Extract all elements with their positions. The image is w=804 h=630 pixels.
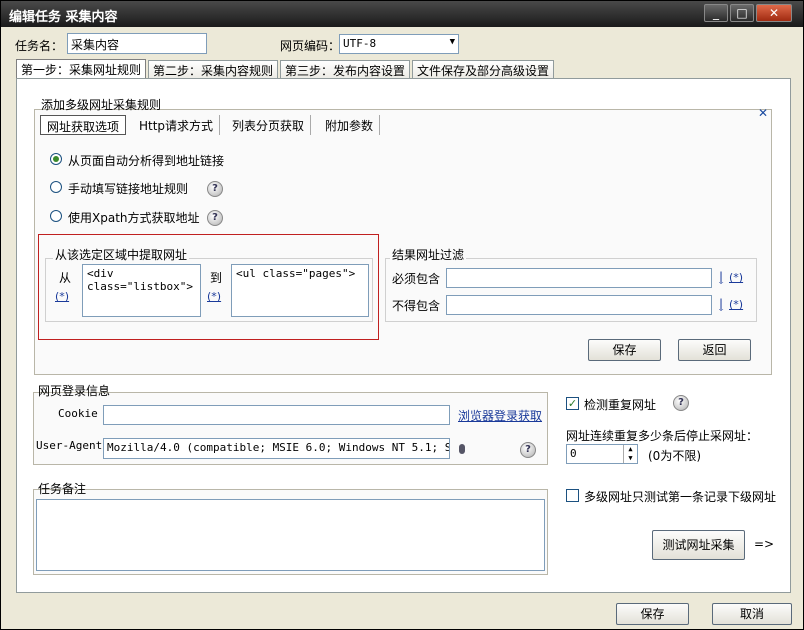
radio-manual-rule[interactable] (50, 181, 62, 193)
browser-login-link[interactable]: 浏览器登录获取 (458, 407, 542, 424)
encoding-label: 网页编码： (280, 39, 341, 53)
radio-manual-rule-label: 手动填写链接地址规则 (68, 182, 189, 196)
tab-step3[interactable]: 第三步：发布内容设置 (280, 60, 411, 78)
to-wildcard-link[interactable]: (*) (207, 290, 221, 303)
encoding-select[interactable]: UTF-8 ▼ (339, 34, 459, 54)
subtab-url-options[interactable]: 网址获取选项 (40, 115, 127, 135)
tab-step2[interactable]: 第二步：采集内容规则 (148, 60, 279, 78)
stop-after-hint: (0为不限) (648, 449, 701, 463)
window-title: 编辑任务 采集内容 (9, 10, 118, 25)
help-icon[interactable]: ? (520, 442, 536, 458)
multi-level-label: 多级网址只测试第一条记录下级网址 (584, 490, 777, 504)
help-icon[interactable]: ? (207, 181, 223, 197)
close-button[interactable]: ✕ (756, 4, 792, 22)
must-not-contain-input[interactable] (446, 295, 712, 315)
cancel-button[interactable]: 取消 (712, 603, 792, 625)
multi-level-checkbox[interactable] (566, 489, 579, 502)
minimize-button[interactable]: _ (704, 4, 728, 22)
cookie-label: Cookie (58, 407, 98, 420)
must-contain-wildcard[interactable]: (*) (729, 271, 743, 284)
rules-group-title: 添加多级网址采集规则 (41, 98, 162, 112)
maximize-button[interactable]: □ (730, 4, 754, 22)
must-not-contain-label: 不得包含 (392, 299, 441, 313)
detect-duplicate-label: 检测重复网址 (584, 398, 657, 412)
title-bar: 编辑任务 采集内容 (1, 1, 803, 27)
from-textarea[interactable]: <div class="listbox"> (82, 264, 201, 317)
stop-after-label: 网址连续重复多少条后停止采网址： (566, 429, 759, 443)
radio-auto-analyze-label: 从页面自动分析得到地址链接 (68, 154, 225, 168)
region-title: 从该选定区域中提取网址 (53, 246, 190, 263)
spinner-icon[interactable]: ▲ ▼ (623, 445, 637, 463)
to-textarea[interactable]: <ul class="pages"> (231, 264, 369, 317)
tab-step1[interactable]: 第一步：采集网址规则 (16, 59, 147, 79)
radio-xpath[interactable] (50, 210, 62, 222)
rules-save-button[interactable]: 保存 (588, 339, 661, 361)
notes-textarea[interactable] (36, 499, 545, 571)
subtab-http[interactable]: Http请求方式 (133, 115, 221, 135)
help-icon[interactable]: ? (207, 210, 223, 226)
test-url-collect-button[interactable]: 测试网址采集 (652, 530, 745, 560)
close-icon[interactable]: ✕ (758, 106, 768, 120)
cookie-input[interactable] (103, 405, 450, 425)
from-label: 从 (59, 271, 72, 285)
save-button[interactable]: 保存 (616, 603, 689, 625)
task-name-label: 任务名： (15, 39, 64, 53)
subtab-list-paging[interactable]: 列表分页获取 (226, 115, 312, 135)
detect-duplicate-checkbox[interactable]: ✓ (566, 397, 579, 410)
tab-advanced[interactable]: 文件保存及部分高级设置 (412, 60, 555, 78)
must-contain-input[interactable] (446, 268, 712, 288)
edit-task-window: 编辑任务 采集内容 _ □ ✕ 任务名： 采集内容 网页编码： UTF-8 ▼ … (0, 0, 804, 630)
stop-after-input[interactable]: 0 ▲ ▼ (566, 444, 638, 464)
must-not-contain-wildcard[interactable]: (*) (729, 298, 743, 311)
rules-back-button[interactable]: 返回 (678, 339, 751, 361)
arrow-icon: => (754, 537, 775, 551)
encoding-value: UTF-8 (343, 37, 377, 50)
must-contain-label: 必须包含 (392, 272, 441, 286)
must-contain-sep: | (719, 270, 724, 284)
radio-xpath-label: 使用Xpath方式获取地址 (68, 211, 200, 225)
login-title: 网页登录信息 (38, 384, 111, 398)
chevron-down-icon: ▼ (449, 37, 455, 47)
stop-after-value: 0 (570, 447, 577, 460)
notes-title: 任务备注 (38, 482, 87, 496)
user-agent-input[interactable]: Mozilla/4.0 (compatible; MSIE 6.0; Windo… (103, 438, 450, 459)
user-agent-label: User-Agent (36, 439, 103, 452)
subtab-extra-params[interactable]: 附加参数 (319, 115, 381, 135)
filter-title: 结果网址过滤 (390, 246, 467, 263)
to-label: 到 (210, 271, 223, 285)
radio-auto-analyze[interactable] (50, 153, 62, 165)
task-name-input[interactable]: 采集内容 (67, 33, 207, 54)
must-not-contain-sep: | (719, 297, 724, 311)
pin-icon (459, 444, 465, 454)
help-icon[interactable]: ? (673, 395, 689, 411)
from-wildcard-link[interactable]: (*) (55, 290, 69, 303)
